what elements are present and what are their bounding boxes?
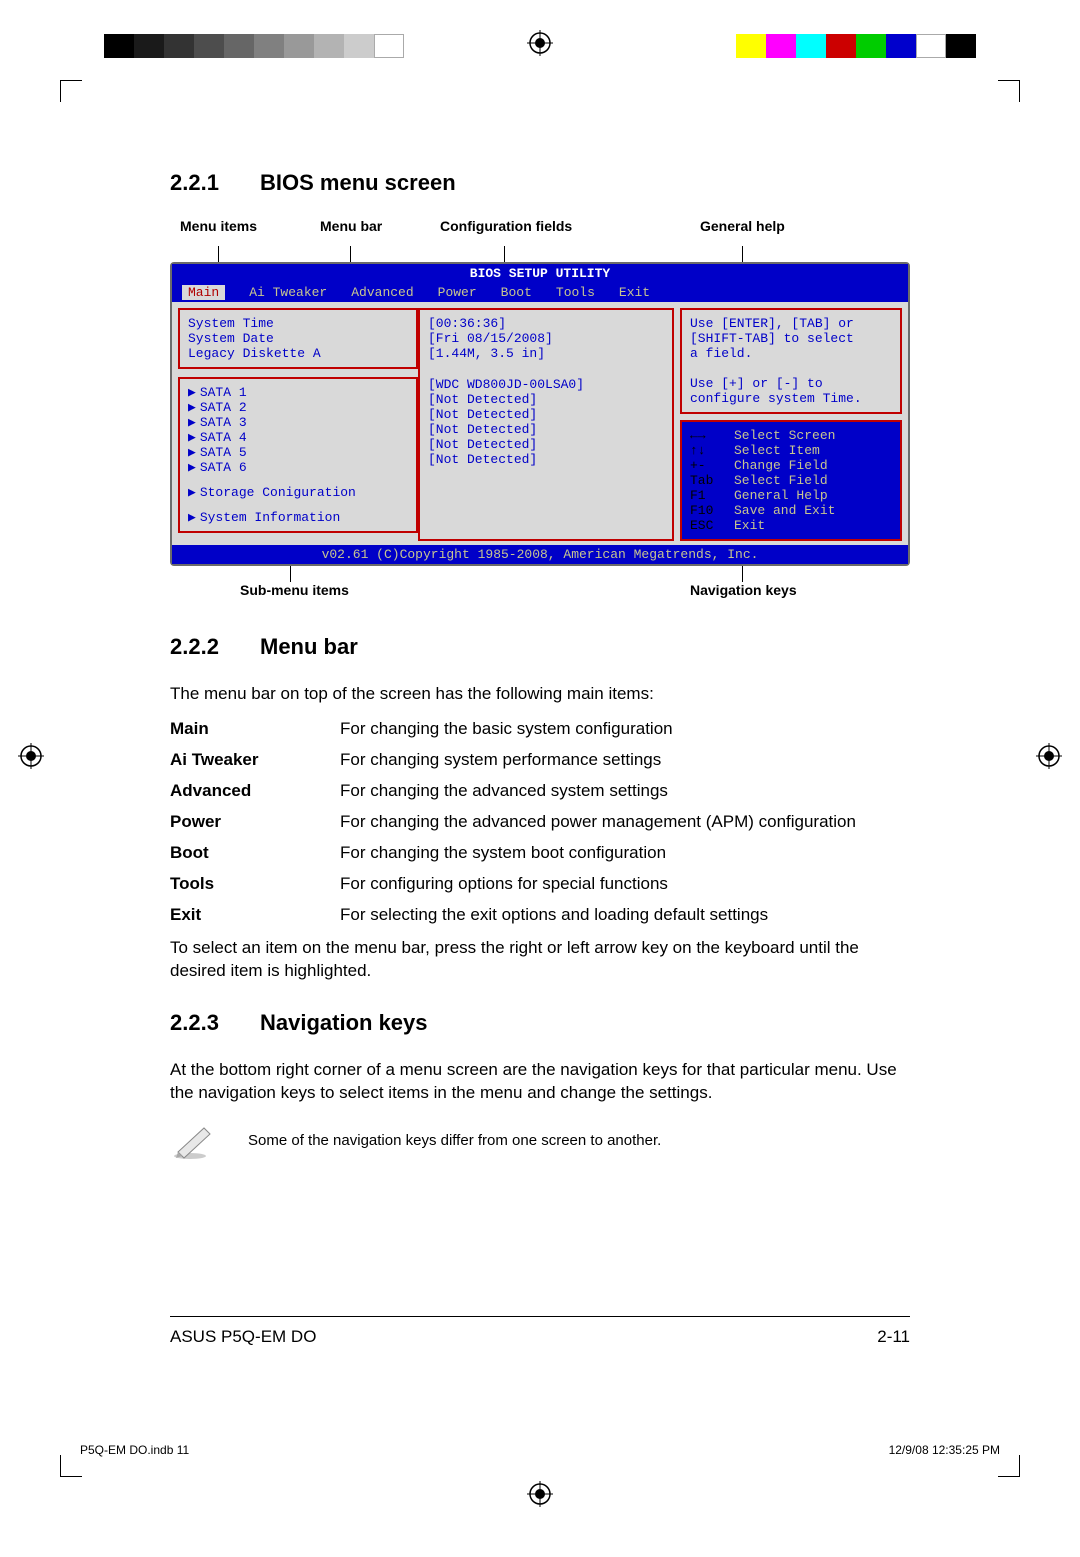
crop-mark-icon xyxy=(998,1455,1020,1477)
registration-mark-icon xyxy=(527,30,553,56)
color-strip xyxy=(736,34,976,58)
bios-menu-power: Power xyxy=(438,285,477,300)
label-submenu: Sub-menu items xyxy=(240,582,349,598)
section-heading-221: 2.2.1BIOS menu screen xyxy=(170,170,910,196)
crop-mark-icon xyxy=(998,80,1020,102)
crop-mark-icon xyxy=(60,1455,82,1477)
bios-title: BIOS SETUP UTILITY xyxy=(172,264,908,283)
bios-screenshot: BIOS SETUP UTILITY Main Ai Tweaker Advan… xyxy=(170,262,910,566)
section-223-text: At the bottom right corner of a menu scr… xyxy=(170,1058,910,1104)
label-navkeys: Navigation keys xyxy=(690,582,797,598)
registration-mark-icon xyxy=(527,1481,553,1507)
menu-bar-table: MainFor changing the basic system config… xyxy=(170,717,910,926)
navigation-keys-box: ←→Select Screen ↑↓Select Item +-Change F… xyxy=(680,420,902,541)
page-footer: ASUS P5Q-EM DO 2-11 xyxy=(170,1316,910,1347)
imposition-footer: P5Q-EM DO.indb 11 12/9/08 12:35:25 PM xyxy=(80,1443,1000,1457)
config-fields-box: [00:36:36] [Fri 08/15/2008] [1.44M, 3.5 … xyxy=(418,308,674,541)
crop-mark-icon xyxy=(60,80,82,102)
label-general-help: General help xyxy=(700,218,785,234)
bios-menu-main: Main xyxy=(182,285,225,300)
bios-menu-boot: Boot xyxy=(501,285,532,300)
section-222-intro: The menu bar on top of the screen has th… xyxy=(170,682,910,705)
registration-mark-icon xyxy=(18,743,44,769)
footer-left: ASUS P5Q-EM DO xyxy=(170,1327,316,1347)
footer-right: 2-11 xyxy=(877,1327,910,1347)
bios-menu-advanced: Advanced xyxy=(351,285,413,300)
bios-footer: v02.61 (C)Copyright 1985-2008, American … xyxy=(172,545,908,564)
imposition-left: P5Q-EM DO.indb 11 xyxy=(80,1443,189,1457)
bios-labels-bottom: Sub-menu items Navigation keys xyxy=(170,582,910,610)
label-menu-bar: Menu bar xyxy=(320,218,382,234)
bios-labels-top: Menu items Menu bar Configuration fields… xyxy=(170,218,910,246)
section-heading-223: 2.2.3Navigation keys xyxy=(170,1010,910,1036)
bios-menu-ai-tweaker: Ai Tweaker xyxy=(249,285,327,300)
label-menu-items: Menu items xyxy=(180,218,257,234)
label-config-fields: Configuration fields xyxy=(440,218,572,234)
bios-menu-tools: Tools xyxy=(556,285,595,300)
pencil-icon xyxy=(170,1120,218,1160)
note-row: Some of the navigation keys differ from … xyxy=(170,1120,910,1160)
note-text: Some of the navigation keys differ from … xyxy=(248,1132,661,1149)
bios-menu-exit: Exit xyxy=(619,285,650,300)
section-222-outro: To select an item on the menu bar, press… xyxy=(170,936,910,982)
registration-mark-icon xyxy=(1036,743,1062,769)
menu-items-box: System Time System Date Legacy Diskette … xyxy=(178,308,418,369)
section-heading-222: 2.2.2Menu bar xyxy=(170,634,910,660)
submenu-items-box: ▶SATA 1 ▶SATA 2 ▶SATA 3 ▶SATA 4 ▶SATA 5 … xyxy=(178,377,418,533)
grayscale-strip xyxy=(104,34,404,58)
bios-menu-bar: Main Ai Tweaker Advanced Power Boot Tool… xyxy=(172,283,908,302)
imposition-right: 12/9/08 12:35:25 PM xyxy=(889,1443,1000,1457)
general-help-box: Use [ENTER], [TAB] or [SHIFT-TAB] to sel… xyxy=(680,308,902,414)
